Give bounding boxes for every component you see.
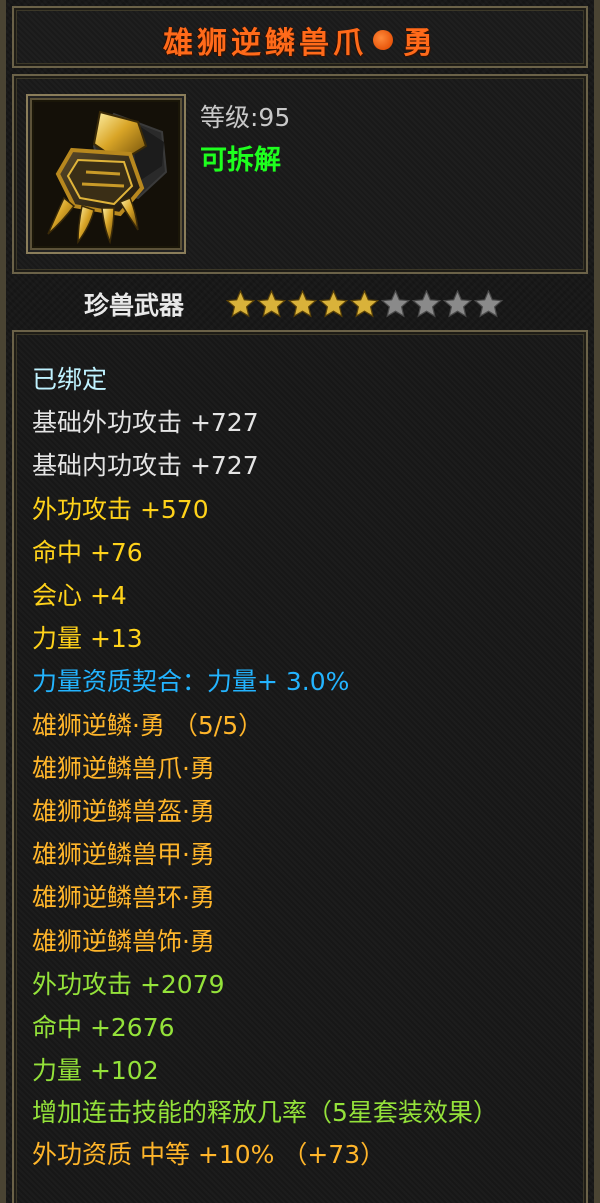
aptitude-stat-line: 外功资质 中等 +10% （+73）: [32, 1140, 386, 1170]
star-filled-icon: [288, 290, 317, 318]
bonus-stat-line: 会心 +4: [32, 581, 127, 611]
item-title: 雄狮逆鳞兽爪 勇: [14, 18, 586, 62]
star-empty-icon: [381, 290, 410, 318]
rank-row: 珍兽武器: [6, 282, 594, 322]
star-filled-icon: [257, 290, 286, 318]
stats-list: 已绑定 基础外功攻击 +727 基础内功攻击 +727 外功攻击 +570 命中…: [32, 358, 572, 1177]
set-effect-line: 增加连击技能的释放几率（5星套装效果）: [32, 1098, 498, 1128]
star-filled-icon: [226, 290, 255, 318]
set-bonus-line: 命中 +2676: [32, 1013, 175, 1043]
aptitude-match-line: 力量资质契合：力量+ 3.0%: [32, 667, 350, 697]
star-empty-icon: [412, 290, 441, 318]
set-piece-item: 雄狮逆鳞兽爪·勇: [32, 753, 215, 783]
grade-dot-icon: [373, 30, 393, 50]
bonus-stat-line: 外功攻击 +570: [32, 494, 209, 524]
set-piece-item: 雄狮逆鳞兽环·勇: [32, 883, 215, 913]
item-info-panel: 等级:95 可拆解: [12, 74, 588, 274]
star-empty-icon: [443, 290, 472, 318]
golden-beast-claw-icon: [34, 102, 178, 246]
star-empty-icon: [474, 290, 503, 318]
item-name: 雄狮逆鳞兽爪: [163, 26, 367, 61]
set-title: 雄狮逆鳞·勇 （5/5）: [32, 710, 264, 740]
item-type-label: 珍兽武器: [84, 291, 185, 320]
stats-panel: 已绑定 基础外功攻击 +727 基础内功攻击 +727 外功攻击 +570 命中…: [12, 330, 588, 1203]
bound-status: 已绑定: [32, 365, 108, 394]
item-icon-frame: [26, 94, 186, 254]
decompose-status: 可拆解: [200, 145, 281, 176]
item-level: 等级:95: [200, 103, 291, 132]
set-bonus-line: 外功攻击 +2079: [32, 969, 225, 999]
set-piece-item: 雄狮逆鳞兽饰·勇: [32, 926, 215, 956]
star-filled-icon: [319, 290, 348, 318]
set-bonus-line: 力量 +102: [32, 1056, 159, 1086]
bonus-stat-line: 命中 +76: [32, 537, 143, 567]
star-rating: [226, 290, 503, 318]
set-piece-item: 雄狮逆鳞兽甲·勇: [32, 840, 215, 870]
bonus-stat-line: 力量 +13: [32, 624, 143, 654]
base-stat-line: 基础内功攻击 +727: [32, 451, 259, 481]
title-bar: 雄狮逆鳞兽爪 勇: [12, 6, 588, 68]
item-tooltip: 雄狮逆鳞兽爪 勇 等级:95 可拆解 珍兽武器 已绑定 基础外功攻击 +727 基…: [0, 0, 600, 1203]
base-stat-line: 基础外功攻击 +727: [32, 408, 259, 438]
item-grade: 勇: [403, 26, 437, 61]
star-filled-icon: [350, 290, 379, 318]
set-piece-item: 雄狮逆鳞兽盔·勇: [32, 797, 215, 827]
